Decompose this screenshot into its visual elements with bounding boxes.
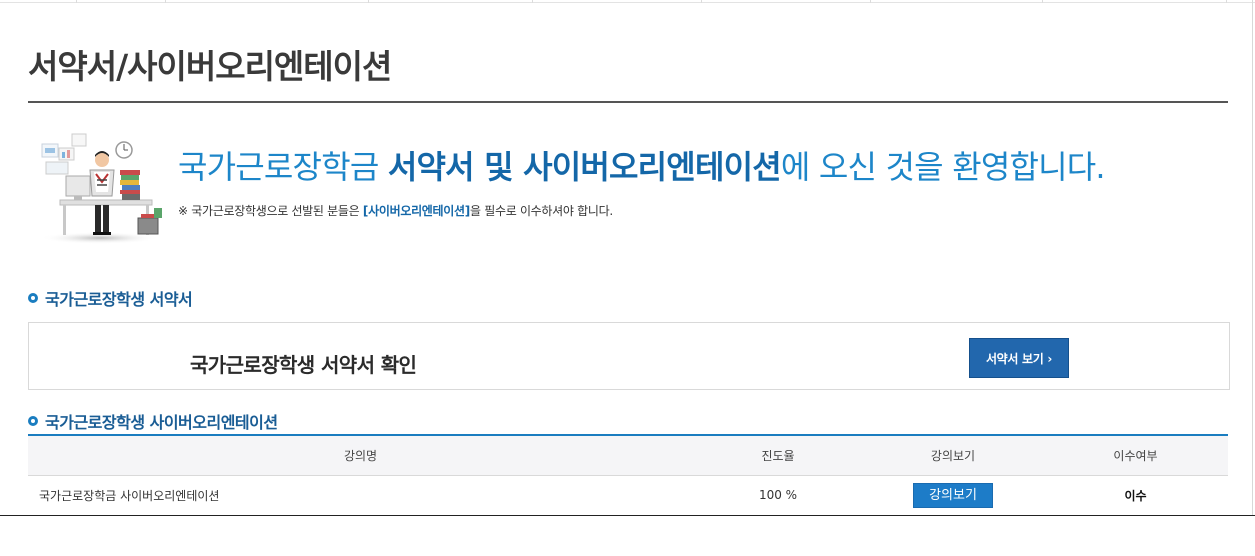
column-header-course: 강의명	[28, 435, 693, 476]
title-divider	[28, 101, 1228, 103]
column-header-progress: 진도율	[693, 435, 863, 476]
welcome-note-highlight: [사이버오리엔테이션]	[362, 204, 470, 218]
bottom-divider	[0, 515, 1255, 516]
page-title: 서약서/사이버오리엔테이션	[28, 47, 392, 86]
table-header-row: 강의명 진도율 강의보기 이수여부	[28, 435, 1228, 476]
orientation-section-heading-text: 국가근로장학생 사이버오리엔테이션	[45, 413, 278, 432]
bullet-icon	[28, 416, 38, 426]
completion-cell: 이수	[1043, 475, 1228, 516]
course-name: 국가근로장학금 사이버오리엔테이션	[28, 475, 693, 516]
column-header-status: 이수여부	[1043, 435, 1228, 476]
welcome-heading: 국가근로장학금 서약서 및 사이버오리엔테이션에 오신 것을 환영합니다.	[178, 142, 1106, 188]
orientation-table: 강의명 진도율 강의보기 이수여부 국가근로장학금 사이버오리엔테이션 100 …	[28, 434, 1228, 516]
content-right-edge	[1252, 0, 1253, 516]
welcome-note-pre: ※ 국가근로장학생으로 선발된 분들은	[178, 204, 363, 218]
table-row: 국가근로장학금 사이버오리엔테이션 100 % 강의보기 이수	[28, 475, 1228, 516]
completion-status: 이수	[1124, 488, 1147, 503]
view-cell: 강의보기	[863, 475, 1043, 516]
welcome-illustration	[38, 130, 168, 245]
course-progress: 100 %	[693, 475, 863, 516]
top-strip	[0, 0, 1255, 3]
pledge-confirm-text: 국가근로장학생 서약서 확인	[190, 353, 417, 377]
pledge-confirm-box: 국가근로장학생 서약서 확인 서약서 보기 ›	[28, 322, 1230, 390]
pledge-section-heading-text: 국가근로장학생 서약서	[45, 290, 193, 309]
view-pledge-button[interactable]: 서약서 보기 ›	[969, 338, 1069, 378]
welcome-heading-bold: 서약서 및 사이버오리엔테이션	[387, 148, 782, 186]
pledge-section-heading: 국가근로장학생 서약서	[28, 286, 193, 310]
welcome-heading-post: 에 오신 것을 환영합니다.	[780, 148, 1106, 186]
column-header-view: 강의보기	[863, 435, 1043, 476]
bullet-icon	[28, 293, 38, 303]
welcome-note-post: 을 필수로 이수하셔야 합니다.	[469, 204, 613, 218]
orientation-section-heading: 국가근로장학생 사이버오리엔테이션	[28, 409, 278, 433]
welcome-heading-pre: 국가근로장학금	[178, 148, 388, 186]
welcome-note: ※ 국가근로장학생으로 선발된 분들은 [사이버오리엔테이션]을 필수로 이수하…	[178, 202, 613, 219]
view-lecture-button[interactable]: 강의보기	[913, 482, 993, 508]
